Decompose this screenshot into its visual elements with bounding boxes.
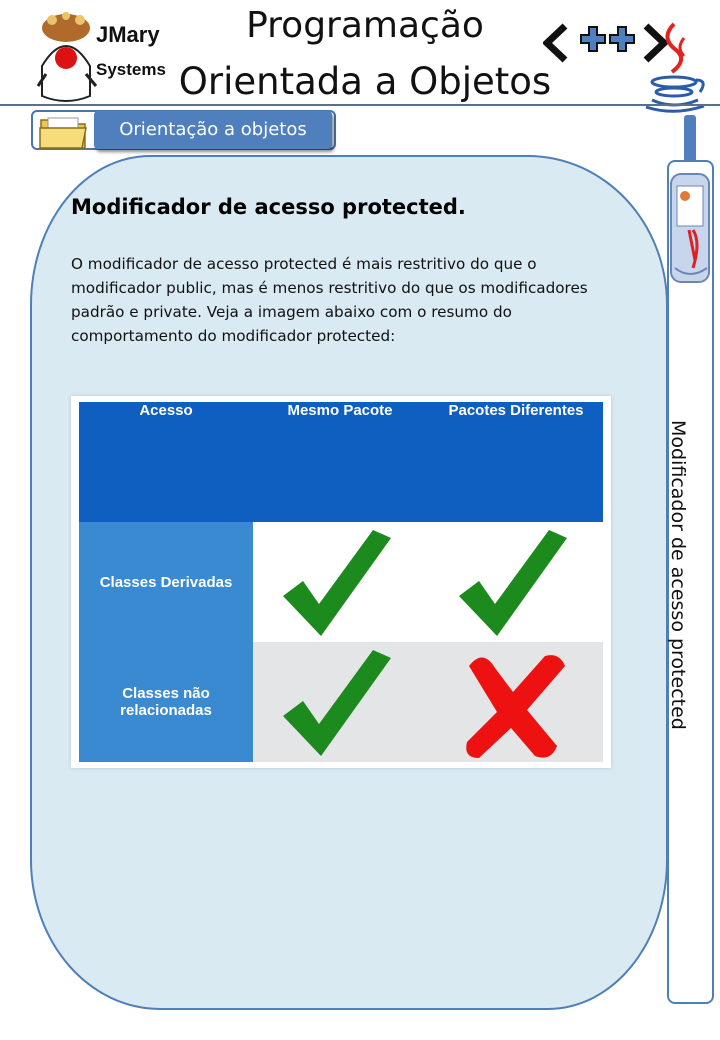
row-label-text: Classes Derivadas bbox=[99, 573, 233, 591]
table-cell bbox=[427, 642, 603, 762]
mascot-icon bbox=[36, 12, 98, 102]
header-divider bbox=[0, 104, 720, 106]
check-icon bbox=[283, 650, 391, 756]
table-header-cell: Acesso bbox=[139, 402, 193, 419]
newspaper-icon bbox=[667, 168, 713, 288]
page-title-line2: Orientada a Objetos bbox=[178, 60, 552, 103]
check-icon bbox=[459, 530, 567, 636]
row-label-text: Classes não relacionadas bbox=[120, 685, 212, 719]
access-table: Acesso Mesmo Pacote Pacotes Diferentes C… bbox=[71, 396, 611, 768]
page-title-line1: Programação bbox=[246, 5, 484, 46]
table-row-label: Classes Derivadas bbox=[79, 522, 253, 642]
table-row-label: Classes não relacionadas bbox=[79, 642, 253, 762]
sidebar-vertical-label: Modificador de acesso protected bbox=[667, 420, 689, 730]
section-paragraph: O modificador de acesso protected é mais… bbox=[71, 255, 588, 345]
table-header-cell: Pacotes Diferentes bbox=[448, 402, 584, 419]
table-cell bbox=[253, 642, 427, 762]
table-cell bbox=[253, 522, 427, 642]
brand-name: JMary bbox=[96, 22, 160, 47]
java-cup-icon bbox=[640, 20, 710, 115]
check-icon bbox=[283, 530, 391, 636]
section-heading: Modificador de acesso protected. bbox=[71, 195, 466, 219]
table-cell bbox=[427, 522, 603, 642]
table-header-row: Acesso Mesmo Pacote Pacotes Diferentes bbox=[79, 402, 603, 522]
cross-icon bbox=[466, 655, 565, 758]
folder-icon[interactable] bbox=[38, 112, 90, 150]
sidebar-connector bbox=[684, 115, 696, 165]
table-header-cell: Mesmo Pacote bbox=[287, 402, 393, 419]
breadcrumb-topic-button[interactable]: Orientação a objetos bbox=[94, 111, 332, 149]
